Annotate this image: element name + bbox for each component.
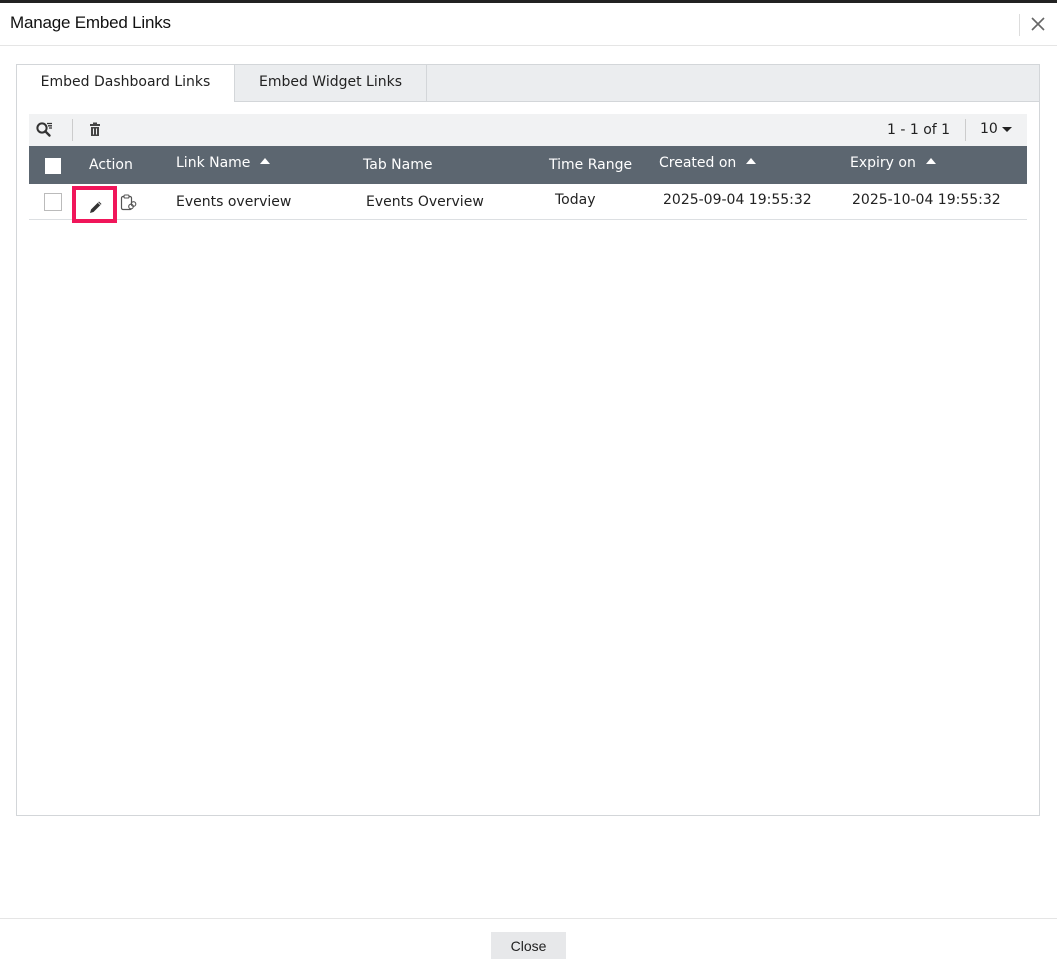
copy-link-icon[interactable]: [119, 194, 137, 212]
pagination-info: 1 - 1 of 1: [887, 122, 951, 138]
per-page-value: 10: [980, 121, 998, 137]
close-icon[interactable]: [1029, 15, 1047, 33]
table-header: Action Link Name Tab Name Time Range Cre…: [29, 146, 1027, 184]
pager-divider: [965, 119, 966, 141]
search-filter-icon[interactable]: [35, 121, 53, 139]
close-button[interactable]: Close: [491, 932, 566, 959]
cell-link-name: Events overview: [176, 194, 292, 210]
tab-embed-dashboard-links[interactable]: Embed Dashboard Links: [17, 65, 235, 102]
column-expiry-on[interactable]: Expiry on: [850, 146, 936, 180]
pencil-icon: [90, 201, 102, 213]
sort-asc-icon: [260, 158, 271, 164]
dialog-footer: Close: [0, 918, 1057, 969]
chevron-down-icon: [1001, 126, 1012, 132]
sort-asc-icon: [925, 158, 936, 164]
column-created-on[interactable]: Created on: [659, 146, 757, 180]
header-divider: [1019, 14, 1020, 36]
column-time-range: Time Range: [549, 157, 633, 173]
table-row: Events overview Events Overview Today 20…: [29, 184, 1027, 223]
edit-button[interactable]: [72, 186, 117, 223]
table-toolbar: 1 - 1 of 1 10: [29, 114, 1027, 146]
per-page-select[interactable]: 10: [980, 121, 1012, 137]
cell-time-range: Today: [555, 192, 596, 208]
embed-links-panel: Embed Dashboard Links Embed Widget Links…: [16, 64, 1040, 816]
cell-tab-name: Events Overview: [366, 194, 484, 210]
column-link-name[interactable]: Link Name: [176, 146, 271, 180]
select-all-checkbox[interactable]: [45, 158, 61, 174]
sort-asc-icon: [746, 158, 757, 164]
dialog-title: Manage Embed Links: [10, 13, 171, 32]
column-tab-name: Tab Name: [363, 157, 433, 173]
tab-bar: Embed Dashboard Links Embed Widget Links: [17, 65, 1039, 102]
row-checkbox[interactable]: [44, 193, 62, 211]
trash-icon[interactable]: [86, 121, 104, 139]
toolbar-divider: [72, 119, 73, 141]
cell-created-on: 2025-09-04 19:55:32: [663, 192, 812, 208]
column-action: Action: [89, 157, 133, 173]
dialog-header: Manage Embed Links: [0, 3, 1057, 46]
tab-embed-widget-links[interactable]: Embed Widget Links: [235, 65, 427, 101]
cell-expiry-on: 2025-10-04 19:55:32: [852, 192, 1001, 208]
